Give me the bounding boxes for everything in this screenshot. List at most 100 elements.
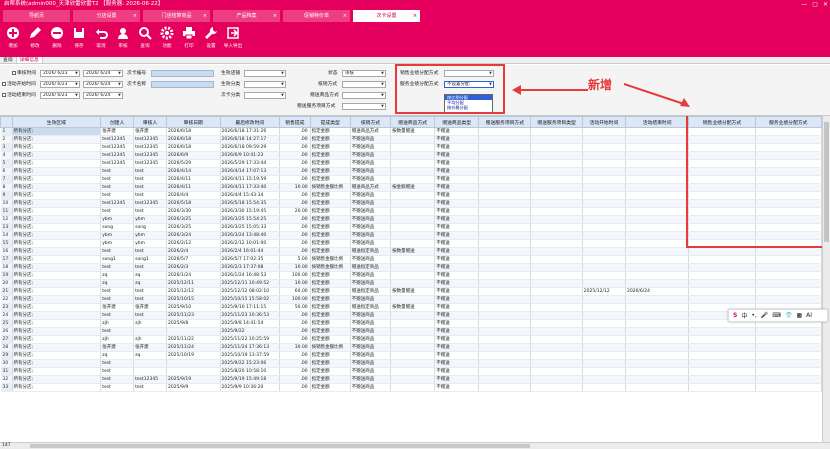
table-cell[interactable] xyxy=(625,359,690,368)
table-cell[interactable]: 赠送商品方式 xyxy=(350,127,392,136)
table-cell[interactable]: 不赠送商品 xyxy=(350,383,392,392)
table-cell[interactable] xyxy=(625,279,690,288)
table-cell[interactable]: 2026/6/18 xyxy=(166,135,221,144)
table-cell[interactable]: zjh xyxy=(100,335,135,344)
table-cell[interactable]: 按数量赠送 xyxy=(390,287,436,296)
table-cell[interactable]: 指定金额 xyxy=(310,223,351,232)
table-cell[interactable] xyxy=(133,359,168,368)
table-cell[interactable]: 2026/5/29 xyxy=(166,159,221,168)
table-cell[interactable]: 2025/11/23 10:36:53 xyxy=(220,311,281,320)
table-cell[interactable] xyxy=(530,335,583,344)
table-cell[interactable]: 2026/4/11 15:19:59 xyxy=(220,175,281,184)
table-cell[interactable] xyxy=(530,167,583,176)
table-cell[interactable]: 按数量赠送 xyxy=(390,127,436,136)
table-cell[interactable]: zq xyxy=(100,279,135,288)
table-cell[interactable] xyxy=(530,303,583,312)
table-cell[interactable]: 不赠送商品 xyxy=(350,191,392,200)
table-cell[interactable]: 所有分店; xyxy=(12,279,102,288)
table-cell[interactable]: 张开建 xyxy=(100,127,135,136)
table-cell[interactable]: 不赠送 xyxy=(434,223,480,232)
table-cell[interactable]: test xyxy=(100,247,135,256)
table-cell[interactable] xyxy=(530,287,583,296)
table-cell[interactable] xyxy=(625,223,690,232)
table-cell[interactable] xyxy=(478,247,532,256)
table-cell[interactable]: 指定金额 xyxy=(310,351,351,360)
table-cell[interactable] xyxy=(478,271,532,280)
table-cell[interactable]: 所有分店; xyxy=(12,143,102,152)
table-cell[interactable]: test xyxy=(100,311,135,320)
table-cell[interactable]: 2026/6/9 xyxy=(166,151,221,160)
table-cell[interactable]: test12345 xyxy=(133,199,168,208)
table-cell[interactable] xyxy=(688,359,756,368)
table-cell[interactable]: test xyxy=(133,175,168,184)
table-cell[interactable]: 不赠送商品 xyxy=(350,327,392,336)
table-cell[interactable]: 指定金额 xyxy=(310,367,351,376)
table-cell[interactable]: 2026/3/25 15:05:33 xyxy=(220,223,281,232)
table-cell[interactable]: 100.00 xyxy=(279,271,311,280)
table-cell[interactable] xyxy=(390,295,436,304)
table-cell[interactable] xyxy=(390,327,436,336)
table-cell[interactable]: ybm xyxy=(133,215,168,224)
table-cell[interactable]: 2026/2/4 16:01:44 xyxy=(220,247,281,256)
table-cell[interactable]: 2026/3/30 xyxy=(166,207,221,216)
table-cell[interactable]: 2025/9/10 xyxy=(166,303,221,312)
table-cell[interactable]: .00 xyxy=(279,319,311,328)
table-cell[interactable] xyxy=(478,191,532,200)
table-cell[interactable] xyxy=(530,223,583,232)
table-cell[interactable] xyxy=(582,247,626,256)
table-cell[interactable] xyxy=(478,231,532,240)
table-cell[interactable]: 按数量赠送 xyxy=(390,247,436,256)
table-cell[interactable] xyxy=(390,159,436,168)
table-cell[interactable] xyxy=(478,143,532,152)
table-cell[interactable] xyxy=(582,151,626,160)
minimize-button[interactable]: — xyxy=(801,0,807,9)
table-cell[interactable]: 所有分店; xyxy=(12,215,102,224)
table-cell[interactable]: 不赠送 xyxy=(434,295,480,304)
card-no-input[interactable] xyxy=(151,70,214,77)
table-cell[interactable] xyxy=(166,327,221,336)
ime-logo-icon[interactable]: S xyxy=(733,312,737,319)
table-cell[interactable] xyxy=(582,375,626,384)
table-cell[interactable]: 不赠送商品 xyxy=(350,359,392,368)
table-cell[interactable]: 不赠送商品 xyxy=(350,143,392,152)
table-cell[interactable]: 不赠送 xyxy=(434,303,480,312)
table-cell[interactable]: 2026/4/14 xyxy=(166,167,221,176)
table-cell[interactable]: 2025/9/8 14:41:54 xyxy=(220,319,281,328)
column-header[interactable]: 提成类型 xyxy=(309,116,351,128)
table-cell[interactable] xyxy=(530,383,583,392)
close-tab-icon[interactable]: × xyxy=(273,10,277,22)
table-cell[interactable] xyxy=(625,159,690,168)
table-cell[interactable]: 不赠送商品 xyxy=(350,199,392,208)
table-cell[interactable] xyxy=(625,383,690,392)
table-cell[interactable]: 所有分店; xyxy=(12,375,102,384)
table-cell[interactable]: 所有分店; xyxy=(12,263,102,272)
table-cell[interactable] xyxy=(530,271,583,280)
table-cell[interactable] xyxy=(390,375,436,384)
close-tab-icon[interactable]: × xyxy=(203,10,207,22)
table-cell[interactable] xyxy=(625,215,690,224)
table-cell[interactable]: .00 xyxy=(279,135,311,144)
table-cell[interactable]: 不赠送商品 xyxy=(350,207,392,216)
table-cell[interactable]: zq xyxy=(133,271,168,280)
table-cell[interactable]: 60.00 xyxy=(279,287,311,296)
table-cell[interactable]: 不赠送 xyxy=(434,271,480,280)
table-cell[interactable]: 2026/3/24 xyxy=(166,231,221,240)
table-cell[interactable] xyxy=(582,127,626,136)
scroll-thumb[interactable] xyxy=(30,444,530,448)
table-cell[interactable]: 不赠送 xyxy=(434,167,480,176)
table-cell[interactable] xyxy=(582,359,626,368)
table-cell[interactable] xyxy=(582,199,626,208)
table-cell[interactable]: .00 xyxy=(279,367,311,376)
horizontal-scrollbar[interactable]: 147 xyxy=(0,442,830,449)
table-cell[interactable] xyxy=(582,271,626,280)
table-cell[interactable] xyxy=(478,135,532,144)
table-cell[interactable] xyxy=(478,183,532,192)
table-cell[interactable]: 不赠送 xyxy=(434,359,480,368)
table-cell[interactable] xyxy=(582,239,626,248)
table-cell[interactable]: test xyxy=(100,175,135,184)
table-cell[interactable]: 按销售金额比例 xyxy=(310,183,351,192)
table-cell[interactable] xyxy=(755,287,822,296)
deduct-method-select[interactable]: ▼ xyxy=(342,81,386,88)
tab-query[interactable]: 查询 xyxy=(0,57,17,63)
table-cell[interactable]: 所有分店; xyxy=(12,319,102,328)
